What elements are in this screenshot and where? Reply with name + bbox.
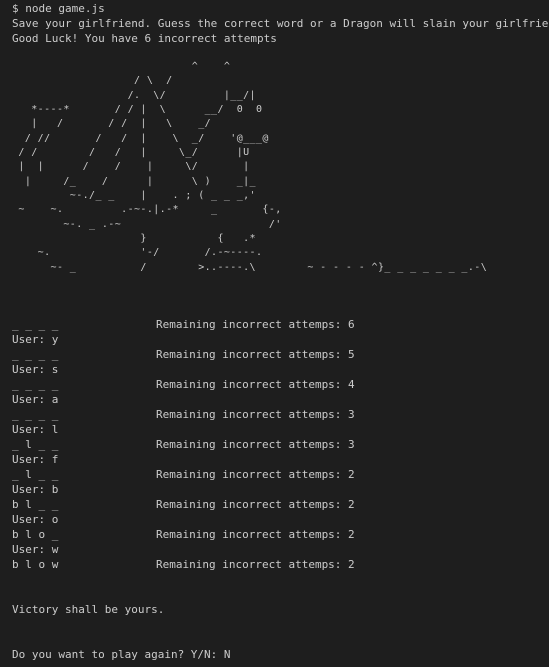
word-state: _ _ _ _ xyxy=(12,408,59,421)
play-again-prompt[interactable]: Do you want to play again? Y/N: N xyxy=(12,647,231,662)
user-input-line: User: a xyxy=(12,393,59,406)
remaining-attempts: Remaining incorrect attemps: 2 xyxy=(156,558,355,571)
remaining-attempts: Remaining incorrect attemps: 2 xyxy=(156,498,355,511)
remaining-attempts: Remaining incorrect attemps: 3 xyxy=(156,408,355,421)
terminal-window[interactable]: $ node game.js Save your girlfriend. Gue… xyxy=(0,0,549,667)
word-state: _ l _ _ xyxy=(12,438,59,451)
word-state: b l o w xyxy=(12,558,59,571)
user-input-line: User: w xyxy=(12,543,59,556)
word-state: b l o _ xyxy=(12,528,59,541)
victory-message: Victory shall be yours. xyxy=(12,603,165,616)
user-input-line: User: l xyxy=(12,423,59,436)
remaining-attempts: Remaining incorrect attemps: 3 xyxy=(156,438,355,451)
intro-line-2: Good Luck! You have 6 incorrect attempts xyxy=(12,32,277,45)
remaining-attempts: Remaining incorrect attemps: 5 xyxy=(156,348,355,361)
word-state: b l _ _ xyxy=(12,498,59,511)
word-state: _ _ _ _ xyxy=(12,318,59,331)
remaining-attempts: Remaining incorrect attemps: 6 xyxy=(156,318,355,331)
word-state: _ _ _ _ xyxy=(12,348,59,361)
user-input-line: User: b xyxy=(12,483,59,496)
word-state: _ _ _ _ xyxy=(12,378,59,391)
remaining-attempts: Remaining incorrect attemps: 4 xyxy=(156,378,355,391)
remaining-attempts: Remaining incorrect attemps: 2 xyxy=(156,468,355,481)
user-input-line: User: o xyxy=(12,513,59,526)
user-input-line: User: s xyxy=(12,363,59,376)
remaining-attempts: Remaining incorrect attemps: 2 xyxy=(156,528,355,541)
user-input-line: User: y xyxy=(12,333,59,346)
intro-line-1: Save your girlfriend. Guess the correct … xyxy=(12,17,549,30)
word-state: _ l _ _ xyxy=(12,468,59,481)
dragon-ascii-art: ^ ^ / \ / /. \/ |__/| *----* / / | \ __/… xyxy=(18,61,488,273)
command-line: $ node game.js xyxy=(12,2,105,15)
user-input-line: User: f xyxy=(12,453,59,466)
